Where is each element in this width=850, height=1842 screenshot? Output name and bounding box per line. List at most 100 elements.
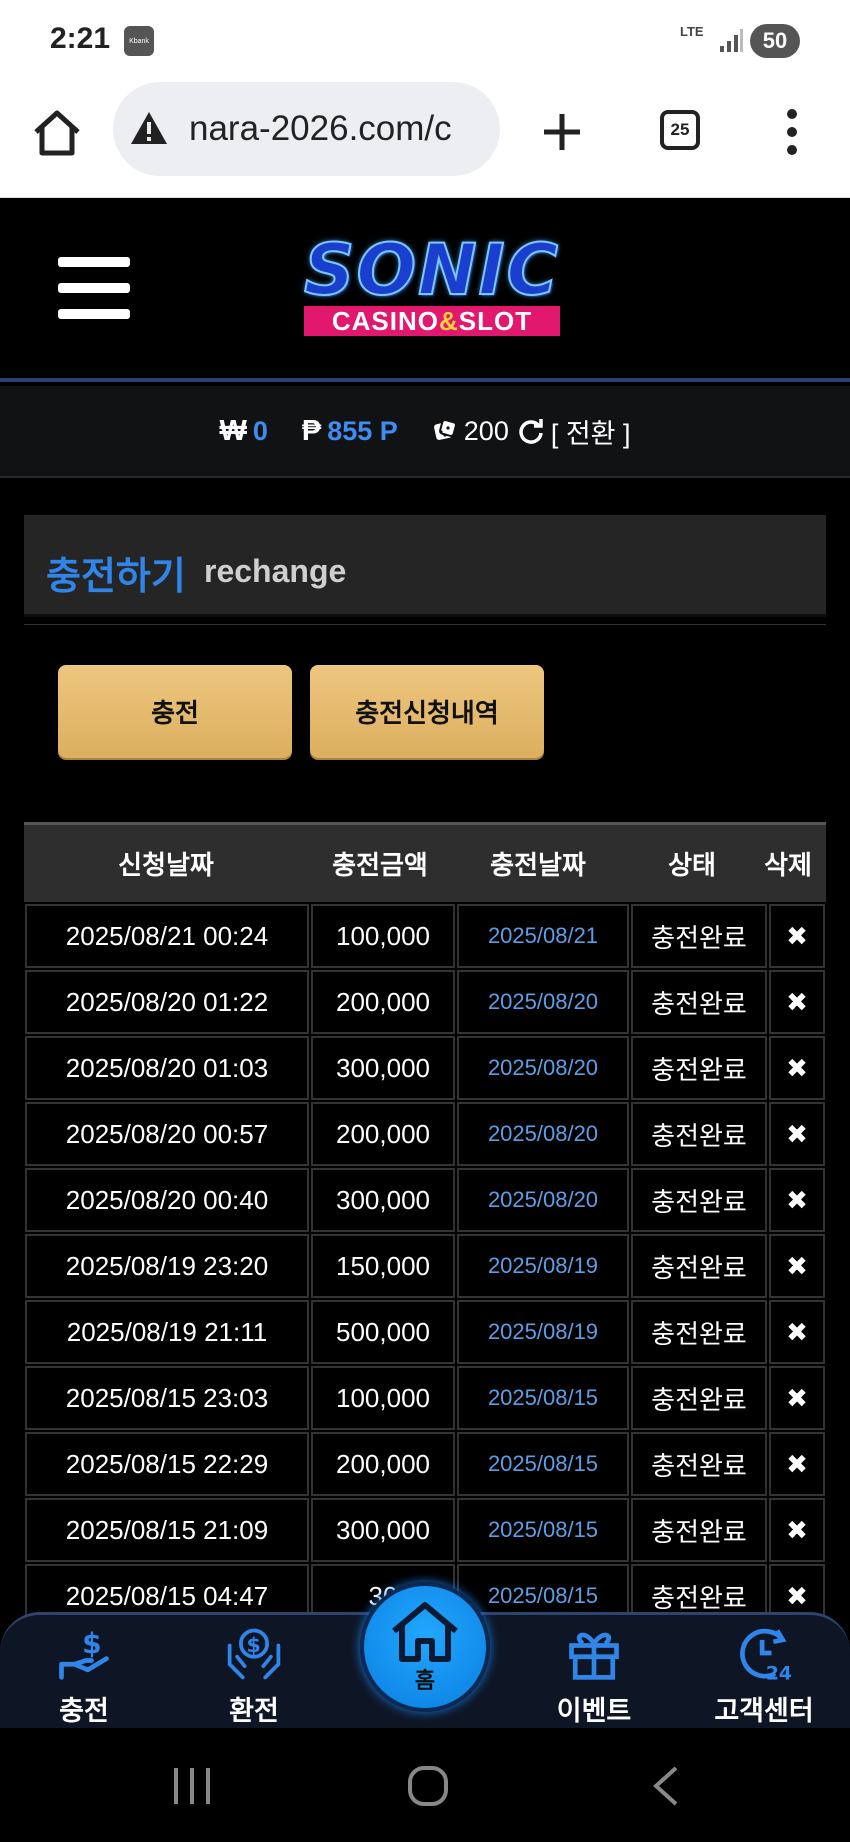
recent-apps-icon[interactable] — [170, 1764, 214, 1808]
point-balance: ₱ 855 P — [302, 415, 398, 448]
cell-status: 충전완료 — [631, 970, 767, 1034]
section-title-english: rechange — [204, 553, 347, 589]
balance-bar: ₩ 0 ₱ 855 P 200 [ 전환 ] — [0, 386, 850, 478]
dice-icon — [433, 419, 457, 440]
cell-amount: 100,000 — [311, 1366, 455, 1430]
section-title-korean: 충전하기 — [46, 556, 186, 598]
cell-status: 충전완료 — [631, 1498, 767, 1562]
warning-icon[interactable] — [129, 110, 169, 146]
cell-applied-date: 2025/08/21 00:24 — [25, 904, 309, 968]
cell-status: 충전완료 — [631, 1168, 767, 1232]
site-logo[interactable]: SONIC CASINO&SLOT — [272, 233, 592, 342]
gift-icon — [569, 1632, 619, 1680]
nav-event[interactable]: 이벤트 — [534, 1623, 654, 1728]
cell-applied-date: 2025/08/15 21:09 — [25, 1498, 309, 1562]
more-menu-icon[interactable] — [782, 108, 802, 156]
cell-applied-date: 2025/08/20 00:40 — [25, 1168, 309, 1232]
point-icon: ₱ — [301, 414, 322, 447]
url-text[interactable]: nara-2026.com/c — [189, 109, 452, 149]
cell-charged-date: 2025/08/20 — [457, 1168, 629, 1232]
cell-amount: 100,000 — [311, 904, 455, 968]
cell-applied-date: 2025/08/20 01:22 — [25, 970, 309, 1034]
cell-amount: 300,000 — [311, 1498, 455, 1562]
cell-amount: 300,000 — [311, 1168, 455, 1232]
table-row: 2025/08/20 01:03 300,000 2025/08/20 충전완료 ✖ — [24, 1034, 826, 1100]
point-value: 855 P — [327, 415, 398, 446]
delete-icon[interactable]: ✖ — [769, 1234, 825, 1298]
nav-exchange-label: 환전 — [229, 1696, 279, 1726]
table-row: 2025/08/21 00:24 100,000 2025/08/21 충전완료 ✖ — [24, 902, 826, 968]
won-icon: ₩ — [219, 414, 247, 447]
table-row: 2025/08/19 23:20 150,000 2025/08/19 충전완료 ✖ — [24, 1232, 826, 1298]
table-header: 신청날짜 충전금액 충전날짜 상태 삭제 — [24, 822, 826, 902]
cell-status: 충전완료 — [631, 1432, 767, 1496]
table-row: 2025/08/20 00:57 200,000 2025/08/20 충전완료 ✖ — [24, 1100, 826, 1166]
convert-label[interactable]: [ 전환 ] — [551, 412, 631, 451]
table-row: 2025/08/19 21:11 500,000 2025/08/19 충전완료 ✖ — [24, 1298, 826, 1364]
cell-amount: 300,000 — [311, 1036, 455, 1100]
won-balance: ₩ 0 — [219, 415, 267, 448]
section-title: 충전하기 rechange — [24, 515, 826, 617]
nav-home-label: 홈 — [414, 1668, 436, 1693]
android-navigation-bar — [0, 1728, 850, 1842]
cell-applied-date: 2025/08/20 00:57 — [25, 1102, 309, 1166]
charge-history-table: 신청날짜 충전금액 충전날짜 상태 삭제 2025/08/21 00:24 100… — [24, 822, 826, 1628]
won-value: 0 — [252, 415, 268, 446]
nav-home[interactable]: 홈 — [360, 1582, 490, 1712]
delete-icon[interactable]: ✖ — [769, 1102, 825, 1166]
cell-charged-date: 2025/08/15 — [457, 1432, 629, 1496]
header-status: 상태 — [668, 850, 716, 880]
cell-amount: 500,000 — [311, 1300, 455, 1364]
cell-status: 충전완료 — [631, 1102, 767, 1166]
nav-event-label: 이벤트 — [556, 1696, 632, 1726]
android-home-icon[interactable] — [406, 1764, 450, 1808]
nav-support[interactable]: 24 고객센터 — [704, 1623, 824, 1728]
chip-balance: 200 — [432, 416, 509, 447]
tab-count-button[interactable]: 25 — [660, 110, 700, 150]
lte-indicator: LTE — [680, 24, 704, 39]
status-bar: 2:21 Kbank LTE 50 — [0, 0, 850, 80]
nav-charge-label: 충전 — [59, 1696, 109, 1726]
cell-amount: 200,000 — [311, 1432, 455, 1496]
address-bar[interactable]: nara-2026.com/c — [113, 82, 500, 176]
cell-charged-date: 2025/08/15 — [457, 1366, 629, 1430]
cell-status: 충전완료 — [631, 1234, 767, 1298]
convert-button[interactable]: [ 전환 ] — [517, 412, 631, 451]
cell-applied-date: 2025/08/15 23:03 — [25, 1366, 309, 1430]
exchange-hands-dollar-icon: $ — [227, 1628, 281, 1680]
charge-hand-coin-icon: $ — [59, 1627, 109, 1680]
chip-value: 200 — [463, 415, 509, 446]
divider — [24, 624, 826, 625]
nav-exchange[interactable]: $ 환전 — [194, 1623, 314, 1728]
delete-icon[interactable]: ✖ — [769, 1300, 825, 1364]
hamburger-menu-icon[interactable] — [58, 257, 130, 319]
delete-icon[interactable]: ✖ — [769, 1036, 825, 1100]
charge-button[interactable]: 충전 — [58, 665, 292, 758]
cell-status: 충전완료 — [631, 1036, 767, 1100]
battery-indicator: 50 — [750, 24, 800, 58]
delete-icon[interactable]: ✖ — [769, 1366, 825, 1430]
cell-applied-date: 2025/08/19 21:11 — [25, 1300, 309, 1364]
cell-charged-date: 2025/08/21 — [457, 904, 629, 968]
delete-icon[interactable]: ✖ — [769, 1432, 825, 1496]
cell-applied-date: 2025/08/15 22:29 — [25, 1432, 309, 1496]
delete-icon[interactable]: ✖ — [769, 904, 825, 968]
table-row: 2025/08/15 22:29 200,000 2025/08/15 충전완료 ✖ — [24, 1430, 826, 1496]
browser-home-icon[interactable] — [30, 106, 84, 160]
table-row: 2025/08/20 01:22 200,000 2025/08/20 충전완료 ✖ — [24, 968, 826, 1034]
home-icon — [392, 1602, 458, 1662]
cell-amount: 150,000 — [311, 1234, 455, 1298]
charge-history-button[interactable]: 충전신청내역 — [310, 665, 544, 758]
cell-charged-date: 2025/08/20 — [457, 970, 629, 1034]
header-amount: 충전금액 — [332, 850, 428, 880]
delete-icon[interactable]: ✖ — [769, 1168, 825, 1232]
svg-text:$: $ — [82, 1627, 102, 1660]
logo-subtitle: CASINO&SLOT — [304, 306, 560, 336]
back-icon[interactable] — [650, 1764, 680, 1808]
new-tab-icon[interactable] — [540, 110, 584, 154]
header-applied-date: 신청날짜 — [118, 850, 214, 880]
cell-status: 충전완료 — [631, 1366, 767, 1430]
delete-icon[interactable]: ✖ — [769, 970, 825, 1034]
nav-charge[interactable]: $ 충전 — [24, 1623, 144, 1728]
delete-icon[interactable]: ✖ — [769, 1498, 825, 1562]
